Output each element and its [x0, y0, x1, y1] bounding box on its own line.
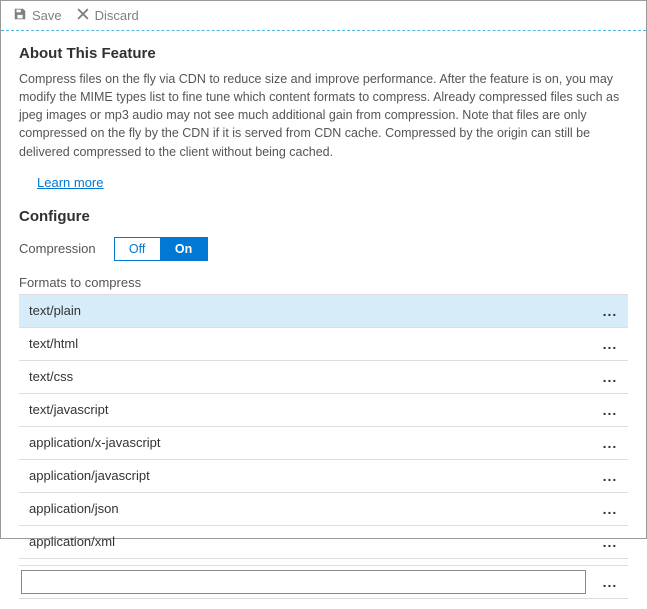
ellipsis-icon[interactable]: ... — [592, 402, 628, 418]
about-description: Compress files on the fly via CDN to red… — [19, 70, 628, 161]
save-button[interactable]: Save — [13, 7, 62, 24]
ellipsis-icon[interactable]: ... — [592, 574, 628, 590]
list-item[interactable]: application/json ... — [19, 492, 628, 526]
list-item[interactable]: text/css ... — [19, 360, 628, 394]
compression-toggle: Off On — [114, 237, 208, 261]
list-item[interactable]: text/html ... — [19, 327, 628, 361]
format-text: application/json — [19, 501, 592, 516]
toggle-off[interactable]: Off — [115, 238, 161, 260]
x-icon — [76, 7, 90, 24]
save-icon — [13, 7, 27, 24]
format-text: text/html — [19, 336, 592, 351]
format-text: text/css — [19, 369, 592, 384]
discard-button[interactable]: Discard — [76, 7, 139, 24]
ellipsis-icon[interactable]: ... — [592, 303, 628, 319]
ellipsis-icon[interactable]: ... — [592, 501, 628, 517]
toolbar: Save Discard — [1, 1, 646, 31]
format-text: application/x-javascript — [19, 435, 592, 450]
ellipsis-icon[interactable]: ... — [592, 435, 628, 451]
list-item[interactable]: application/javascript ... — [19, 459, 628, 493]
learn-more-link[interactable]: Learn more — [37, 175, 103, 190]
compression-row: Compression Off On — [19, 237, 628, 261]
discard-label: Discard — [95, 8, 139, 23]
formats-label: Formats to compress — [19, 275, 628, 290]
compression-label: Compression — [19, 241, 96, 256]
ellipsis-icon[interactable]: ... — [592, 534, 628, 550]
ellipsis-icon[interactable]: ... — [592, 336, 628, 352]
ellipsis-icon[interactable]: ... — [592, 369, 628, 385]
list-item[interactable]: text/javascript ... — [19, 393, 628, 427]
format-text: application/xml — [19, 534, 592, 549]
format-list: text/plain ... text/html ... text/css ..… — [19, 294, 628, 599]
format-text: text/javascript — [19, 402, 592, 417]
save-label: Save — [32, 8, 62, 23]
list-item[interactable]: text/plain ... — [19, 294, 628, 328]
toggle-on[interactable]: On — [161, 238, 207, 260]
format-text: application/javascript — [19, 468, 592, 483]
content: About This Feature Compress files on the… — [1, 31, 646, 609]
format-text: text/plain — [19, 303, 592, 318]
list-item[interactable]: application/x-javascript ... — [19, 426, 628, 460]
configure-title: Configure — [19, 208, 628, 225]
add-format-input[interactable] — [21, 570, 586, 594]
about-title: About This Feature — [19, 45, 628, 62]
ellipsis-icon[interactable]: ... — [592, 468, 628, 484]
add-format-row: ... — [19, 565, 628, 599]
list-item[interactable]: application/xml ... — [19, 525, 628, 559]
